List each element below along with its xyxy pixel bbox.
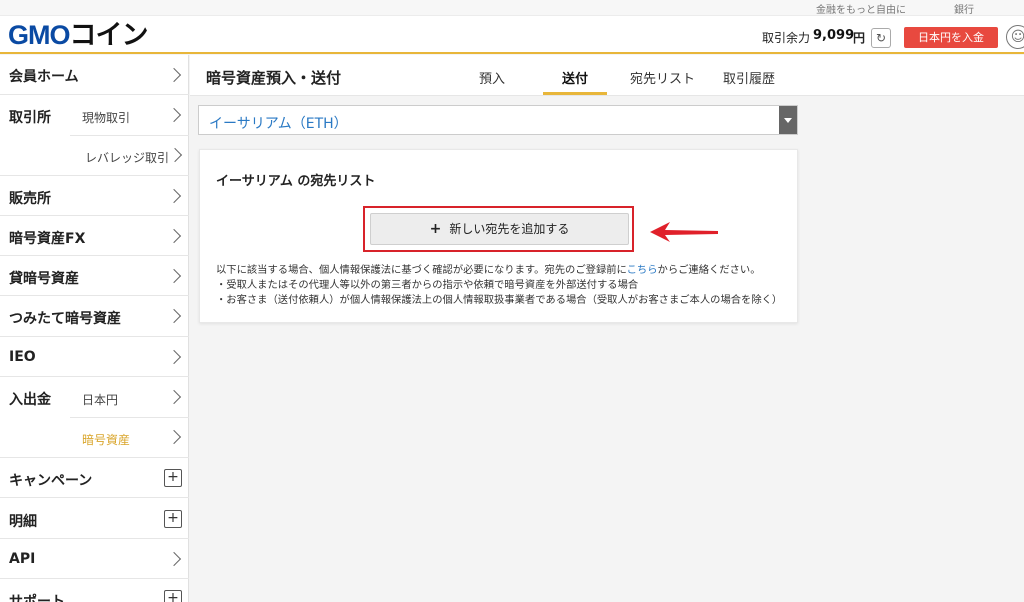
- note-line-3: ・お客さま（送付依頼人）が個人情報保護法上の個人情報取扱事業者である場合（受取人…: [216, 294, 783, 306]
- add-button-label: 新しい宛先を追加する: [449, 222, 570, 236]
- sidebar-item-label: 入出金: [9, 392, 51, 408]
- tab-history[interactable]: 取引履歴: [723, 68, 775, 87]
- sidebar-item-inout: 入出金 日本円 暗号資産: [0, 377, 189, 458]
- sidebar: 会員ホーム 取引所 現物取引 レバレッジ取引 販売所 暗号資産FX 貸暗号資産 …: [0, 55, 189, 602]
- divider: [70, 417, 189, 418]
- sidebar-item-tsumitate[interactable]: つみたて暗号資産: [0, 296, 189, 337]
- coin-select-value: イーサリアム（ETH）: [209, 116, 348, 132]
- plus-icon: +: [429, 221, 442, 237]
- chevron-right-icon: [166, 228, 182, 244]
- top-link-finance[interactable]: 金融をもっと自由に: [816, 1, 906, 16]
- header: GMOコイン 取引余力 9,099 円 ↻ 日本円を入金 ☺: [0, 16, 1024, 54]
- logo[interactable]: GMOコイン: [8, 20, 149, 50]
- logo-kana: コイン: [69, 20, 149, 50]
- chevron-right-icon[interactable]: [166, 107, 182, 123]
- page-title: 暗号資産預入・送付: [206, 69, 342, 87]
- sidebar-item-label: 会員ホーム: [9, 69, 79, 85]
- red-arrow-icon: [650, 222, 718, 242]
- tab-address-list[interactable]: 宛先リスト: [630, 68, 695, 87]
- sidebar-subitem-jpy[interactable]: 日本円: [82, 391, 118, 408]
- sidebar-item-home[interactable]: 会員ホーム: [0, 55, 189, 95]
- sidebar-item-support[interactable]: サポート +: [0, 579, 189, 602]
- plus-box-icon[interactable]: +: [164, 590, 182, 602]
- logo-gmo: GMO: [8, 20, 70, 50]
- sidebar-item-trade: 取引所 現物取引 レバレッジ取引: [0, 95, 189, 176]
- sidebar-item-statement[interactable]: 明細 +: [0, 498, 189, 539]
- sidebar-item-sales[interactable]: 販売所: [0, 176, 189, 216]
- sidebar-item-fx[interactable]: 暗号資産FX: [0, 216, 189, 256]
- sidebar-item-label: キャンペーン: [9, 473, 93, 489]
- sidebar-item-campaign[interactable]: キャンペーン +: [0, 458, 189, 498]
- tab-send[interactable]: 送付: [562, 68, 588, 87]
- active-tab-indicator: [543, 92, 607, 95]
- user-icon[interactable]: ☺: [1006, 25, 1024, 49]
- sidebar-item-ieo[interactable]: IEO: [0, 337, 189, 377]
- coin-select[interactable]: イーサリアム（ETH）: [198, 105, 798, 135]
- sidebar-item-label: つみたて暗号資産: [9, 311, 121, 327]
- refresh-icon[interactable]: ↻: [871, 28, 891, 48]
- caret-down-icon[interactable]: [779, 106, 797, 134]
- chevron-right-icon[interactable]: [166, 429, 182, 445]
- chevron-right-icon: [166, 268, 182, 284]
- chevron-right-icon: [166, 188, 182, 204]
- balance-label: 取引余力: [762, 31, 811, 45]
- deposit-jpy-button[interactable]: 日本円を入金: [904, 27, 998, 48]
- chevron-right-icon: [166, 551, 182, 567]
- chevron-right-icon: [166, 67, 182, 83]
- tab-deposit[interactable]: 預入: [479, 68, 505, 87]
- chevron-right-icon[interactable]: [166, 389, 182, 405]
- chevron-right-icon[interactable]: [167, 147, 183, 163]
- top-link-bank[interactable]: 銀行: [954, 1, 974, 16]
- sidebar-item-label: 販売所: [9, 191, 51, 207]
- sidebar-item-label: 取引所: [9, 110, 51, 126]
- sidebar-item-label: API: [9, 551, 36, 567]
- divider: [70, 135, 189, 136]
- sidebar-item-label: 暗号資産FX: [9, 231, 86, 247]
- top-strip: 金融をもっと自由に 銀行: [0, 0, 1024, 16]
- sidebar-item-label: 明細: [9, 514, 37, 530]
- sidebar-item-lending[interactable]: 貸暗号資産: [0, 256, 189, 296]
- balance-unit: 円: [853, 31, 866, 45]
- plus-box-icon[interactable]: +: [164, 510, 182, 528]
- note-line-1: 以下に該当する場合、個人情報保護法に基づく確認が必要になります。宛先のご登録前に…: [216, 264, 761, 276]
- card-title: イーサリアム の宛先リスト: [216, 174, 376, 189]
- plus-box-icon[interactable]: +: [164, 469, 182, 487]
- chevron-right-icon: [166, 349, 182, 365]
- add-new-address-button[interactable]: + 新しい宛先を追加する: [370, 213, 629, 245]
- sidebar-item-api[interactable]: API: [0, 539, 189, 579]
- sidebar-item-label: サポート: [9, 594, 65, 602]
- sidebar-subitem-spot[interactable]: 現物取引: [82, 109, 130, 126]
- note-line-2: ・受取人またはその代理人等以外の第三者からの指示や依頼で暗号資産を外部送付する場…: [216, 279, 639, 291]
- page-title-bar: 暗号資産預入・送付 預入 送付 宛先リスト 取引履歴: [190, 55, 1024, 96]
- sidebar-subitem-crypto[interactable]: 暗号資産: [82, 431, 130, 448]
- balance-value: 9,099: [813, 28, 855, 43]
- contact-link[interactable]: こちら: [627, 264, 658, 276]
- sidebar-subitem-leverage[interactable]: レバレッジ取引: [85, 149, 169, 166]
- sidebar-item-label: 貸暗号資産: [9, 271, 79, 287]
- chevron-right-icon: [166, 308, 182, 324]
- sidebar-item-label: IEO: [9, 349, 36, 365]
